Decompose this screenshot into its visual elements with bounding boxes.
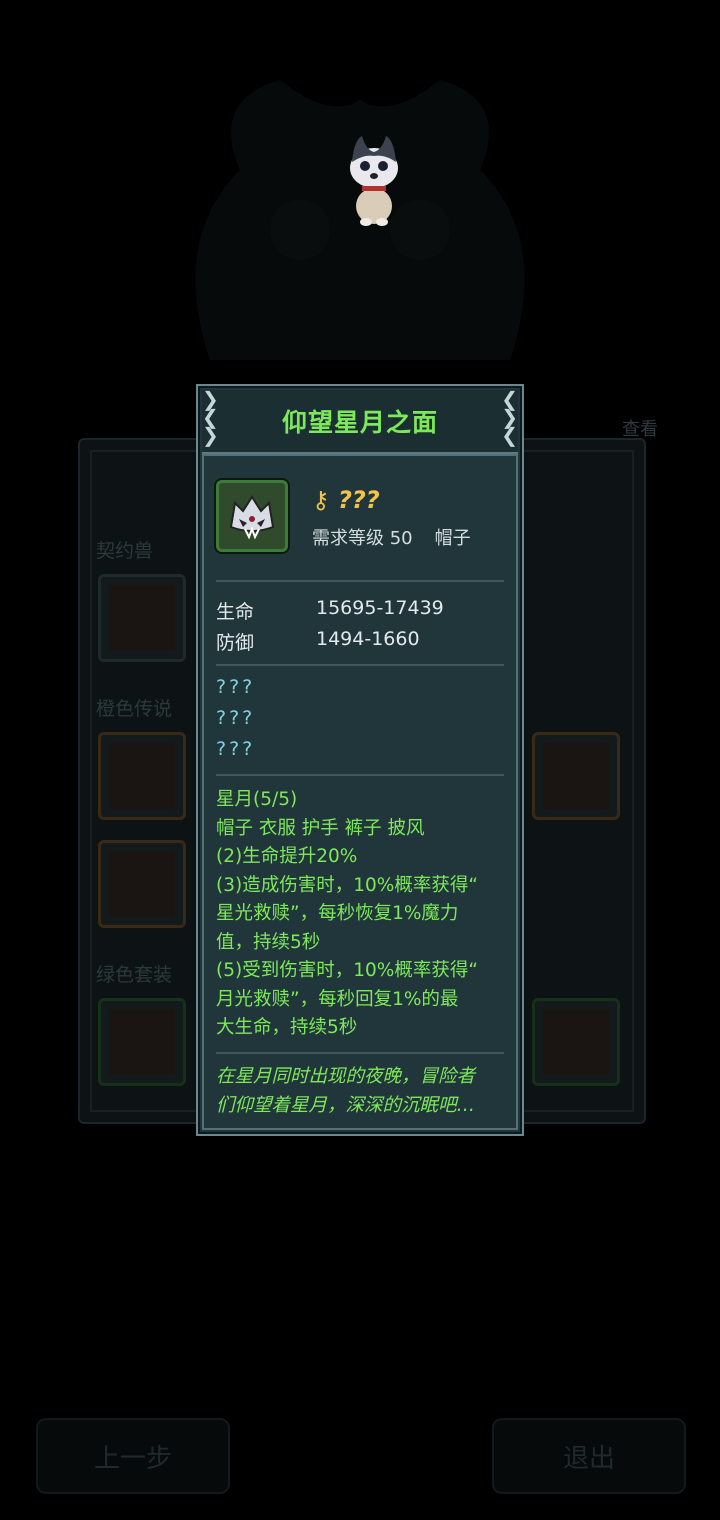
unknown-affix: ??? [216,676,256,698]
husky-pet-icon [350,136,398,226]
tooltip-header: 仰望星月之面 [202,390,518,454]
stat-value: 15695-17439 [316,597,444,619]
set-line: (3)造成伤害时，10%概率获得“ [216,874,478,896]
item-icon [216,480,288,552]
left-ornament-icon: ❯ ❮ ❯ [202,387,219,447]
pet-slot[interactable] [98,574,186,662]
green-slot[interactable] [532,998,620,1086]
stat-row: 生命 15695-17439 [216,597,444,624]
unknown-affix: ??? [216,707,256,729]
orange-slot[interactable] [98,732,186,820]
set-bonus: 星月(5/5) 帽子 衣服 护手 裤子 披风 (2)生命提升20% (3)造成伤… [216,786,508,1043]
section-pet-label: 契约兽 [96,540,154,562]
section-orange-label: 橙色传说 [96,698,173,720]
helmet-icon [229,495,275,540]
exit-button[interactable]: 退出 [492,1418,686,1494]
divider [216,1052,504,1054]
orange-slot[interactable] [98,840,186,928]
stat-value: 1494-1660 [316,628,420,650]
orange-slot[interactable] [532,732,620,820]
flavor-text: 在星月同时出现的夜晚，冒险者 们仰望着星月，深深的沉眠吧… [216,1062,508,1120]
set-pieces: 帽子 衣服 护手 裤子 披风 [216,817,425,839]
prev-button[interactable]: 上一步 [36,1418,230,1494]
set-line: 值，持续5秒 [216,931,321,953]
requirement-row: 需求等级 50 帽子 [312,524,471,550]
set-line: (2)生命提升20% [216,846,358,867]
set-line: 大生命，持续5秒 [216,1017,358,1038]
tooltip-body: ⚷ ??? 需求等级 50 帽子 生命 15695-17439 防御 1494-1… [202,454,518,1130]
item-title: 仰望星月之面 [281,408,438,437]
section-green-label: 绿色套装 [96,964,173,986]
right-ornament-icon: ❮ ❯ ❮ [501,387,518,447]
level-requirement: 需求等级 50 [312,528,413,549]
stat-label: 生命 [216,601,255,623]
stat-label: 防御 [216,632,255,654]
set-line: (5)受到伤害时，10%概率获得“ [216,960,478,981]
set-name: 星月(5/5) [216,789,298,810]
item-slot: 帽子 [434,528,471,549]
green-slot[interactable] [98,998,186,1086]
flavor-line: 在星月同时出现的夜晚，冒险者 [216,1066,476,1087]
set-line: 星光救赎”，每秒恢复1%魔力 [216,903,459,924]
set-line: 月光救赎”，每秒回复1%的最 [216,988,459,1010]
key-icon: ⚷ [312,486,330,514]
stat-row: 防御 1494-1660 [216,628,420,655]
divider [216,664,504,666]
unknown-affix: ??? [216,738,256,760]
quality-text: ??? [337,486,380,514]
flavor-line: 们仰望着星月，深深的沉眠吧… [216,1095,476,1116]
divider [216,580,504,582]
divider [216,774,504,776]
quality-row: ⚷ ??? [312,486,380,514]
item-tooltip: 仰望星月之面 ❯ ❮ ❯ ❮ ❯ ❮ ⚷ ??? 需求等级 50 帽子 生命 15695-… [196,384,524,1136]
view-label[interactable]: 查看 [622,415,658,441]
